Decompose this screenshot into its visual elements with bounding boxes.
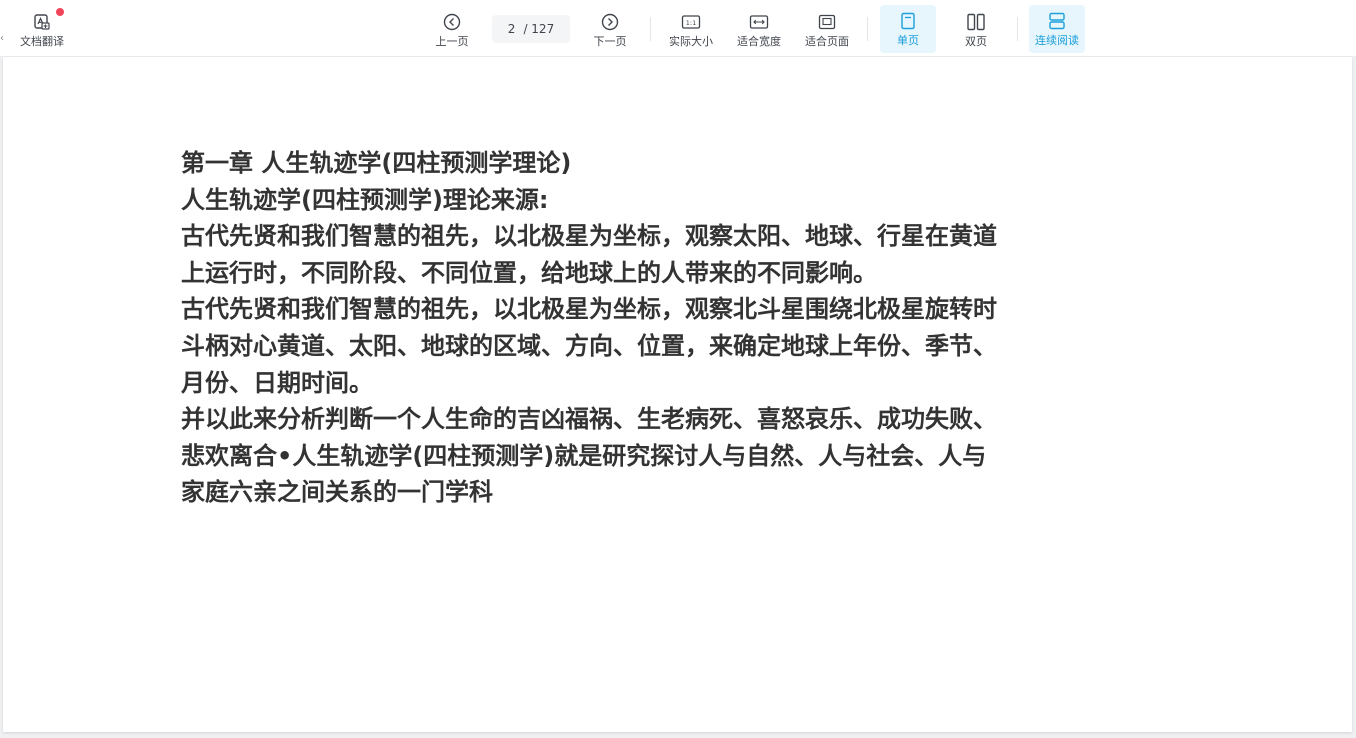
document-viewer[interactable]: 第一章 人生轨迹学(四柱预测学理论) 人生轨迹学(四柱预测学)理论来源: 古代先…: [0, 57, 1356, 738]
double-page-button[interactable]: 双页: [948, 6, 1004, 50]
fit-page-icon: [817, 12, 837, 32]
previous-page-button[interactable]: 上一页: [428, 6, 476, 50]
translate-document-label: 文档翻译: [20, 35, 64, 48]
one-to-one-icon: 1:1: [681, 12, 701, 32]
next-page-button[interactable]: 下一页: [586, 6, 634, 50]
translate-doc-icon: [32, 12, 52, 32]
toolbar-divider: [867, 17, 868, 41]
continuous-reading-label: 连续阅读: [1035, 34, 1079, 47]
collapse-caret-icon[interactable]: ‹: [0, 33, 4, 44]
notification-badge: [56, 8, 64, 16]
top-toolbar: ‹ 文档翻译 上一页 2 / 127 下一页 1:1 实际大小 适合宽度 适合页…: [0, 0, 1356, 57]
fit-width-button[interactable]: 适合宽度: [732, 6, 786, 50]
continuous-read-icon: [1047, 11, 1067, 31]
text-line: 第一章 人生轨迹学(四柱预测学理论): [181, 149, 572, 177]
chevron-left-circle-icon: [442, 12, 462, 32]
actual-size-button[interactable]: 1:1 实际大小: [664, 6, 718, 50]
total-pages: / 127: [523, 22, 555, 36]
page-text-content: 第一章 人生轨迹学(四柱预测学理论) 人生轨迹学(四柱预测学)理论来源: 古代先…: [181, 145, 1121, 511]
actual-size-label: 实际大小: [669, 35, 713, 48]
current-page-number[interactable]: 2: [508, 22, 516, 36]
fit-width-icon: [749, 12, 769, 32]
double-page-icon: [966, 12, 986, 32]
continuous-reading-button[interactable]: 连续阅读: [1029, 5, 1085, 53]
toolbar-divider: [1017, 17, 1018, 41]
text-line: 人生轨迹学(四柱预测学)理论来源:: [181, 185, 549, 214]
fit-page-button[interactable]: 适合页面: [800, 6, 854, 50]
text-line: 月份、日期时间。: [181, 368, 373, 397]
text-line: 家庭六亲之间关系的一门学科: [181, 478, 493, 507]
toolbar-divider: [650, 17, 651, 41]
previous-page-label: 上一页: [435, 35, 469, 48]
text-line: 斗柄对心黄道、太阳、地球的区域、方向、位置，来确定地球上年份、季节、: [181, 331, 997, 360]
chevron-right-circle-icon: [600, 12, 620, 32]
single-page-label: 单页: [897, 34, 919, 47]
text-line: 上运行时，不同阶段、不同位置，给地球上的人带来的不同影响。: [181, 258, 877, 287]
single-page-icon: [898, 11, 918, 31]
pdf-reader-app: ‹ 文档翻译 上一页 2 / 127 下一页 1:1 实际大小 适合宽度 适合页…: [0, 0, 1356, 738]
fit-page-label: 适合页面: [805, 35, 849, 48]
svg-text:1:1: 1:1: [686, 19, 696, 27]
text-line: 古代先贤和我们智慧的祖先，以北极星为坐标，观察太阳、地球、行星在黄道: [181, 222, 997, 251]
fit-width-label: 适合宽度: [737, 35, 781, 48]
text-line: 古代先贤和我们智慧的祖先，以北极星为坐标，观察北斗星围绕北极星旋转时: [181, 295, 997, 324]
text-line: 并以此来分析判断一个人生命的吉凶福祸、生老病死、喜怒哀乐、成功失败、: [181, 405, 997, 434]
double-page-label: 双页: [965, 35, 987, 48]
page-number-input[interactable]: 2 / 127: [492, 15, 570, 43]
single-page-button[interactable]: 单页: [880, 5, 936, 53]
next-page-label: 下一页: [593, 35, 627, 48]
document-page: 第一章 人生轨迹学(四柱预测学理论) 人生轨迹学(四柱预测学)理论来源: 古代先…: [3, 57, 1352, 732]
text-line: 悲欢离合•人生轨迹学(四柱预测学)就是研究探讨人与自然、人与社会、人与: [181, 441, 987, 470]
